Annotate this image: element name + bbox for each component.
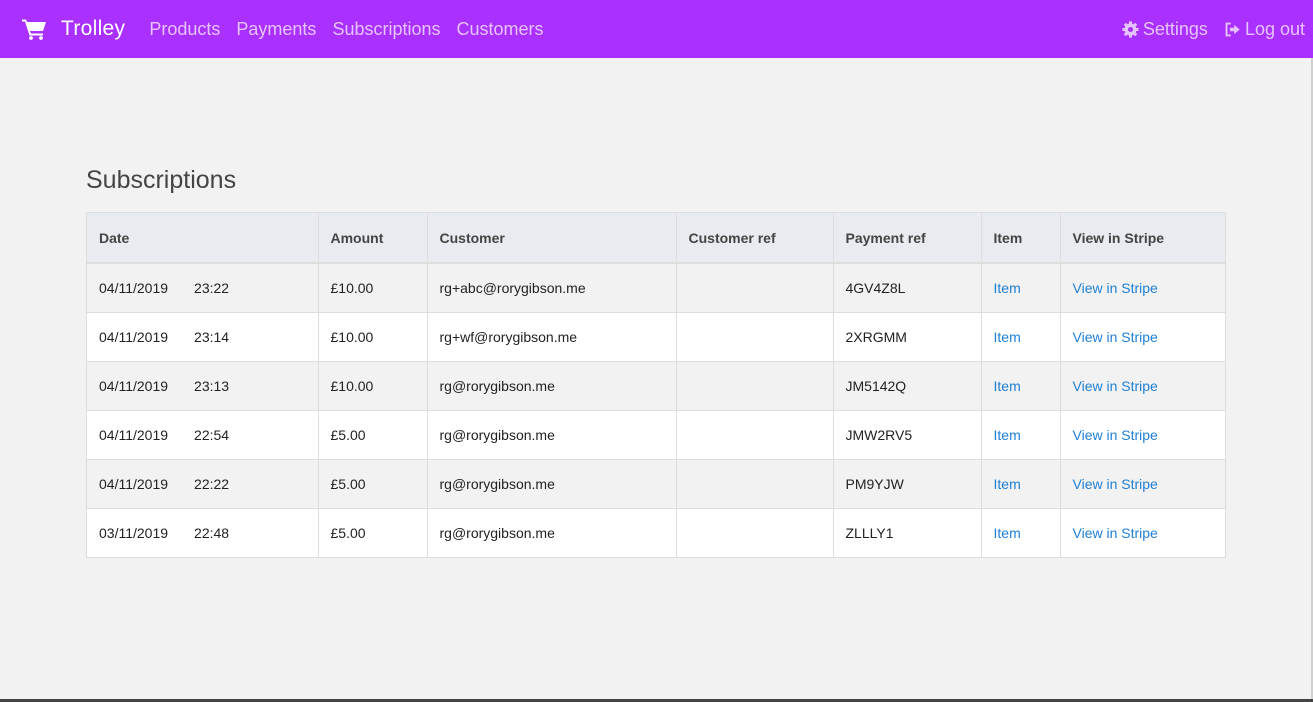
view-in-stripe-link[interactable]: View in Stripe [1073, 525, 1158, 541]
cell-date: 04/11/2019 23:13 [87, 361, 319, 410]
cell-customer-ref [676, 263, 834, 312]
item-link[interactable]: Item [994, 378, 1021, 394]
brand-name: Trolley [61, 17, 126, 40]
cell-stripe: View in Stripe [1060, 410, 1225, 459]
cell-item: Item [981, 410, 1061, 459]
column-header-customer-ref: Customer ref [676, 213, 834, 264]
cell-stripe: View in Stripe [1060, 312, 1225, 361]
column-header-item: Item [981, 213, 1061, 264]
cell-payment-ref: JMW2RV5 [833, 410, 982, 459]
column-header-payment-ref: Payment ref [833, 213, 982, 264]
subscriptions-table: Date Amount Customer Customer ref Paymen… [87, 213, 1225, 557]
cell-item: Item [981, 508, 1061, 557]
item-link[interactable]: Item [994, 329, 1021, 345]
table-row: 04/11/2019 23:13 £10.00 rg@rorygibson.me … [87, 361, 1225, 410]
cell-date: 04/11/2019 22:22 [87, 459, 319, 508]
brand-link[interactable]: Trolley [22, 17, 125, 41]
cell-payment-ref: PM9YJW [833, 459, 982, 508]
subscriptions-table-container: Date Amount Customer Customer ref Paymen… [86, 212, 1226, 558]
gear-icon [1122, 20, 1139, 38]
cell-customer-ref [676, 410, 834, 459]
date-value: 03/11/2019 [99, 524, 169, 541]
cell-customer-ref [676, 312, 834, 361]
cell-date: 04/11/2019 22:54 [87, 410, 319, 459]
time-value: 22:22 [194, 475, 230, 492]
shopping-cart-icon [22, 19, 46, 40]
view-in-stripe-link[interactable]: View in Stripe [1073, 378, 1158, 394]
cell-item: Item [981, 263, 1061, 312]
cell-amount: £10.00 [318, 361, 428, 410]
time-value: 23:22 [194, 279, 230, 296]
cell-payment-ref: 4GV4Z8L [833, 263, 982, 312]
date-value: 04/11/2019 [99, 279, 169, 296]
cell-date: 04/11/2019 23:22 [87, 263, 319, 312]
item-link[interactable]: Item [994, 280, 1021, 296]
cell-customer-ref [676, 361, 834, 410]
logout-label: Log out [1244, 18, 1305, 39]
cell-customer: rg@rorygibson.me [427, 508, 677, 557]
item-link[interactable]: Item [994, 525, 1021, 541]
table-row: 04/11/2019 23:22 £10.00 rg+abc@rorygibson… [87, 263, 1225, 312]
time-value: 22:54 [194, 426, 230, 443]
column-header-date: Date [87, 213, 319, 264]
view-in-stripe-link[interactable]: View in Stripe [1073, 329, 1158, 345]
nav-link-subscriptions[interactable]: Subscriptions [332, 19, 440, 40]
page-title: Subscriptions [86, 166, 237, 194]
cell-amount: £10.00 [318, 312, 428, 361]
cell-amount: £10.00 [318, 263, 428, 312]
cell-payment-ref: 2XRGMM [833, 312, 982, 361]
cell-stripe: View in Stripe [1060, 508, 1225, 557]
cell-customer-ref [676, 459, 834, 508]
cell-customer: rg+wf@rorygibson.me [427, 312, 677, 361]
cell-amount: £5.00 [318, 459, 428, 508]
cell-date: 03/11/2019 22:48 [87, 508, 319, 557]
cell-stripe: View in Stripe [1060, 459, 1225, 508]
cell-item: Item [981, 459, 1061, 508]
date-value: 04/11/2019 [99, 426, 169, 443]
cell-customer-ref [676, 508, 834, 557]
cell-amount: £5.00 [318, 410, 428, 459]
nav-link-products[interactable]: Products [149, 19, 220, 40]
cell-customer: rg@rorygibson.me [427, 410, 677, 459]
table-row: 04/11/2019 22:54 £5.00 rg@rorygibson.me J… [87, 410, 1225, 459]
cell-amount: £5.00 [318, 508, 428, 557]
cell-stripe: View in Stripe [1060, 263, 1225, 312]
table-row: 03/11/2019 22:48 £5.00 rg@rorygibson.me Z… [87, 508, 1225, 557]
settings-label: Settings [1142, 18, 1208, 39]
cell-customer: rg@rorygibson.me [427, 361, 677, 410]
date-value: 04/11/2019 [99, 328, 169, 345]
table-header-row: Date Amount Customer Customer ref Paymen… [87, 213, 1225, 264]
time-value: 23:13 [194, 377, 230, 394]
date-value: 04/11/2019 [99, 475, 169, 492]
view-in-stripe-link[interactable]: View in Stripe [1073, 476, 1158, 492]
nav-link-payments[interactable]: Payments [236, 19, 316, 40]
cell-customer: rg@rorygibson.me [427, 459, 677, 508]
settings-link[interactable]: Settings [1122, 19, 1208, 40]
time-value: 22:48 [194, 524, 230, 541]
cell-stripe: View in Stripe [1060, 361, 1225, 410]
cell-payment-ref: JM5142Q [833, 361, 982, 410]
column-header-view-in-stripe: View in Stripe [1060, 213, 1225, 264]
view-in-stripe-link[interactable]: View in Stripe [1073, 280, 1158, 296]
table-row: 04/11/2019 22:22 £5.00 rg@rorygibson.me P… [87, 459, 1225, 508]
nav-link-customers[interactable]: Customers [457, 19, 544, 40]
top-navbar: Trolley Products Payments Subscriptions … [0, 0, 1313, 58]
sign-out-icon [1225, 22, 1240, 36]
cell-payment-ref: ZLLLY1 [833, 508, 982, 557]
column-header-customer: Customer [427, 213, 677, 264]
item-link[interactable]: Item [994, 427, 1021, 443]
cell-item: Item [981, 312, 1061, 361]
user-nav: Settings Log out [1106, 0, 1305, 58]
main-nav: Products Payments Subscriptions Customer… [149, 19, 559, 40]
view-in-stripe-link[interactable]: View in Stripe [1073, 427, 1158, 443]
column-header-amount: Amount [318, 213, 428, 264]
date-value: 04/11/2019 [99, 377, 169, 394]
logout-link[interactable]: Log out [1224, 19, 1305, 40]
cell-date: 04/11/2019 23:14 [87, 312, 319, 361]
time-value: 23:14 [194, 328, 230, 345]
item-link[interactable]: Item [994, 476, 1021, 492]
cell-customer: rg+abc@rorygibson.me [427, 263, 677, 312]
cell-item: Item [981, 361, 1061, 410]
table-row: 04/11/2019 23:14 £10.00 rg+wf@rorygibson.… [87, 312, 1225, 361]
